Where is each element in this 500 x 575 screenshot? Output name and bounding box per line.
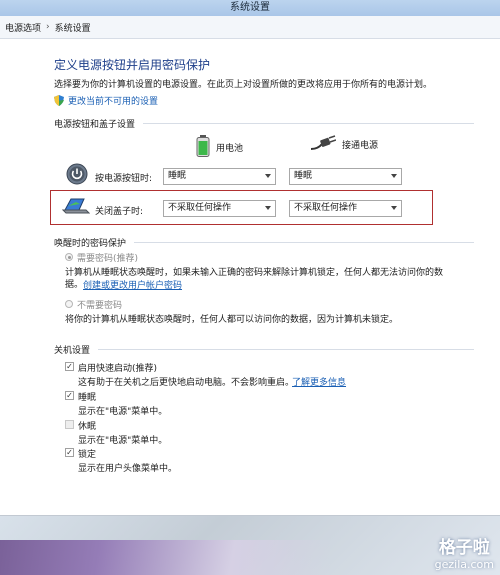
plugged-label: 接通电源 [342, 141, 379, 151]
plugged-column-header: 接通电源 [310, 135, 378, 154]
page-title: 定义电源按钮并启用密码保护 [54, 58, 211, 72]
change-unavailable-settings-link[interactable]: 更改当前不可用的设置 [54, 94, 158, 107]
require-password-radio[interactable] [65, 253, 73, 261]
require-password-description: 计算机从睡眠状态唤醒时，如果未输入正确的密码来解除计算机锁定，任何人都无法访问你… [65, 268, 444, 278]
watermark-line1: 格子啦 [438, 538, 490, 558]
learn-more-link[interactable]: 了解更多信息 [292, 375, 346, 388]
sleep-description: 显示在"电源"菜单中。 [78, 407, 168, 417]
require-password-description-cont: 据。 [65, 280, 84, 290]
change-link-label: 更改当前不可用的设置 [68, 97, 159, 107]
fast-startup-checkbox[interactable]: ✓ [65, 362, 74, 371]
breadcrumb-item-power-options[interactable]: 电源选项 [0, 21, 46, 34]
fast-startup-label: 启用快速启动(推荐) [78, 364, 158, 374]
uac-shield-icon [54, 95, 64, 106]
chevron-down-icon [265, 206, 271, 210]
hibernate-label: 休眠 [78, 422, 97, 432]
power-plug-icon [310, 135, 337, 154]
breadcrumb-item-system-settings[interactable]: 系统设置 [50, 21, 96, 34]
shutdown-section-label: 关机设置 [54, 346, 91, 356]
lock-description: 显示在用户头像菜单中。 [78, 464, 178, 474]
no-password-label: 不需要密码 [77, 301, 123, 311]
select-value: 睡眠 [294, 171, 313, 181]
password-section-label: 唤醒时的密码保护 [54, 239, 127, 249]
section-divider [134, 242, 474, 243]
battery-icon [196, 135, 210, 160]
no-password-description: 将你的计算机从睡眠状态唤醒时，任何人都可以访问你的数据，因为计算机未锁定。 [65, 315, 399, 325]
require-password-label: 需要密码(推荐) [77, 254, 139, 264]
decorative-stripe [0, 540, 330, 575]
password-section-title: 唤醒时的密码保护 [54, 236, 474, 249]
desktop-background-strip: 格子啦 gezila.com [0, 515, 500, 575]
power-button-battery-select[interactable]: 睡眠 [163, 168, 276, 185]
site-watermark: 格子啦 gezila.com [435, 533, 494, 571]
select-value: 不采取任何操作 [168, 203, 232, 213]
select-value: 不采取任何操作 [294, 203, 358, 213]
chevron-down-icon [265, 174, 271, 178]
hibernate-checkbox[interactable] [65, 420, 74, 429]
lock-label: 锁定 [78, 450, 97, 460]
shutdown-section-title: 关机设置 [54, 343, 474, 356]
watermark-line2: gezila.com [434, 558, 494, 571]
section-divider [143, 123, 474, 124]
power-section-label: 电源按钮和盖子设置 [54, 120, 136, 130]
no-password-radio[interactable] [65, 300, 73, 308]
select-value: 睡眠 [168, 171, 187, 181]
window-titlebar: 系统设置 [0, 0, 500, 16]
fast-startup-description: 这有助于在关机之后更快地启动电脑。不会影响重启。 [78, 378, 295, 388]
sleep-checkbox[interactable]: ✓ [65, 391, 74, 400]
section-divider [98, 349, 474, 350]
laptop-lid-icon [61, 196, 91, 219]
battery-column-header: 用电池 [196, 135, 243, 160]
power-button-plugged-select[interactable]: 睡眠 [289, 168, 402, 185]
chevron-down-icon [391, 174, 397, 178]
lid-label: 关闭盖子时: [95, 207, 144, 217]
power-button-label: 按电源按钮时: [95, 174, 153, 184]
page-description: 选择要为你的计算机设置的电源设置。在此页上对设置所做的更改将应用于你所有的电源计… [54, 80, 433, 90]
hibernate-description: 显示在"电源"菜单中。 [78, 436, 168, 446]
breadcrumb: 电源选项 › 系统设置 [0, 16, 500, 39]
lid-battery-select[interactable]: 不采取任何操作 [163, 200, 276, 217]
lock-checkbox[interactable]: ✓ [65, 448, 74, 457]
account-password-link[interactable]: 创建或更改用户帐户密码 [83, 278, 182, 291]
sleep-label: 睡眠 [78, 393, 97, 403]
lid-plugged-select[interactable]: 不采取任何操作 [289, 200, 402, 217]
window-title: 系统设置 [230, 2, 270, 13]
battery-label: 用电池 [216, 144, 244, 154]
power-button-icon [66, 163, 88, 188]
power-section-title: 电源按钮和盖子设置 [54, 117, 474, 130]
chevron-down-icon [391, 206, 397, 210]
